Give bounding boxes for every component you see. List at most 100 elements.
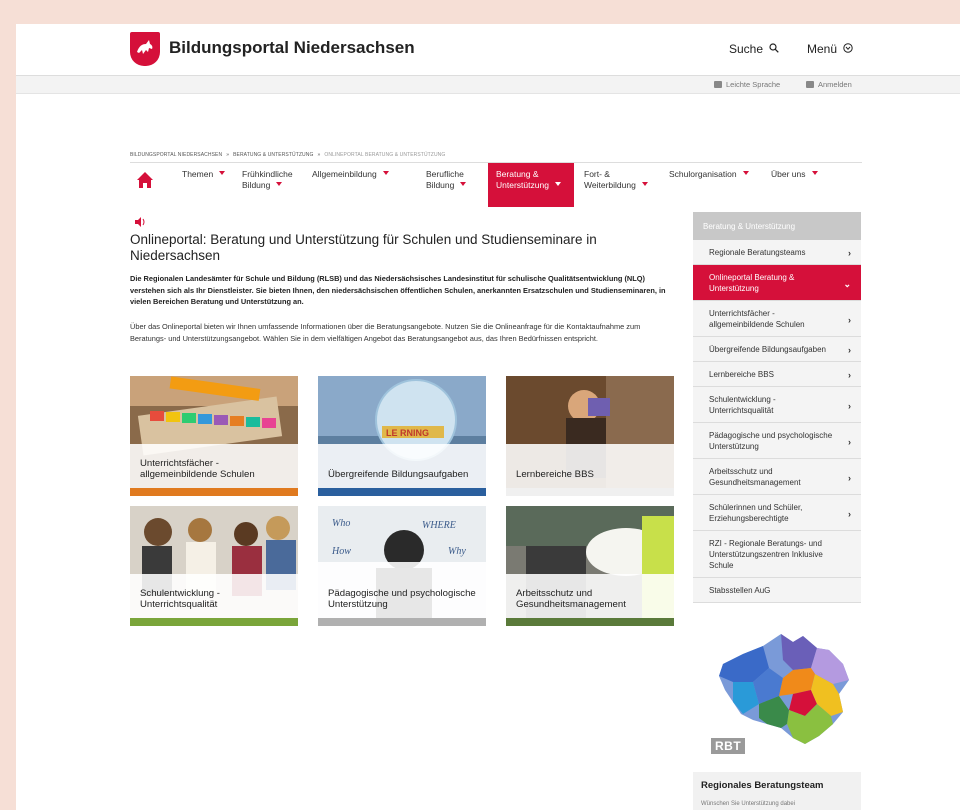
nav-item-fort-weiterbildung[interactable]: Fort- & Weiterbildung	[576, 163, 660, 207]
browser-page: Bildungsportal Niedersachsen Suche Menü …	[16, 24, 960, 810]
breadcrumb-separator: »	[317, 152, 321, 158]
chevron-right-icon: ›	[848, 436, 851, 447]
sidebar-item-label: RZI - Regionale Beratungs- und Unterstüt…	[709, 539, 823, 570]
nav-label: Themen	[182, 169, 214, 179]
sidebar-item-label: Schülerinnen und Schüler, Erziehungsbere…	[709, 503, 803, 523]
nav-item-schulorganisation[interactable]: Schulorganisation	[661, 163, 757, 207]
caret-down-icon	[276, 182, 283, 186]
sidebar-item-uebergreifende-bildungsaufgaben[interactable]: Übergreifende Bildungsaufgaben ›	[693, 337, 861, 362]
read-aloud-speaker-icon[interactable]	[134, 214, 146, 227]
sidebar-item-schuelerinnen[interactable]: Schülerinnen und Schüler, Erziehungsbere…	[693, 495, 861, 531]
search-label: Suche	[729, 42, 764, 56]
search-icon	[769, 42, 780, 56]
tile-caption: Lernbereiche BBS	[506, 444, 674, 488]
tile-color-bar	[506, 488, 674, 496]
svg-text:Why: Why	[448, 546, 466, 557]
sidebar-item-label: Stabsstellen AuG	[709, 586, 771, 595]
chevron-right-icon: ›	[848, 472, 851, 483]
site-title[interactable]: Bildungsportal Niedersachsen	[169, 38, 415, 58]
sidebar-item-paedagogische-unterstuetzung[interactable]: Pädagogische und psychologische Unterstü…	[693, 423, 861, 459]
nav-label: Fort- & Weiterbildung	[584, 169, 636, 190]
sidebar-heading[interactable]: Beratung & Unterstützung	[693, 212, 861, 240]
lower-saxony-horse-logo[interactable]	[130, 32, 160, 66]
nav-item-beratung-unterstuetzung[interactable]: Beratung & Unterstützung	[488, 163, 574, 207]
tile-caption: Pädagogische und psychologische Unterstü…	[318, 562, 486, 618]
sidebar-item-arbeitsschutz[interactable]: Arbeitsschutz und Gesundheitsmanagement ›	[693, 459, 861, 495]
regional-team-box[interactable]: Regionales Beratungsteam Wünschen Sie Un…	[693, 772, 861, 810]
tile-color-bar	[318, 488, 486, 496]
nav-label: Berufliche Bildung	[426, 169, 464, 190]
tile-caption: Übergreifende Bildungsaufgaben	[318, 444, 486, 488]
caret-down-icon	[219, 171, 226, 175]
sidebar-item-label: Übergreifende Bildungsaufgaben	[709, 345, 826, 354]
sidebar-item-label: Unterrichtsfächer - allgemeinbildende Sc…	[709, 309, 805, 329]
sidebar-item-label: Lernbereiche BBS	[709, 370, 774, 379]
nav-item-fruehkindliche-bildung[interactable]: Frühkindliche Bildung	[234, 163, 304, 207]
caret-down-icon	[811, 171, 818, 175]
caret-down-icon	[742, 171, 749, 175]
sidebar-navigation: Beratung & Unterstützung Regionale Berat…	[693, 212, 861, 603]
sidebar-item-onlineportal[interactable]: Onlineportal Beratung & Unterstützung ⌄	[693, 265, 861, 301]
tile-color-bar	[506, 618, 674, 626]
user-icon	[806, 81, 814, 88]
nav-item-themen[interactable]: Themen	[174, 163, 233, 207]
easy-language-link[interactable]: Leichte Sprache	[714, 80, 780, 89]
svg-text:Who: Who	[332, 518, 350, 529]
tile-arbeitsschutz[interactable]: Arbeitsschutz und Gesundheitsmanagement	[506, 506, 674, 626]
nav-item-berufliche-bildung[interactable]: Berufliche Bildung	[418, 163, 480, 207]
lead-paragraph: Die Regionalen Landesämter für Schule un…	[130, 274, 666, 306]
home-icon[interactable]	[136, 171, 154, 189]
nav-item-ueber-uns[interactable]: Über uns	[763, 163, 826, 207]
chevron-right-icon: ›	[848, 314, 851, 325]
tile-uebergreifende-bildungsaufgaben[interactable]: LE RNING Übergreifende Bildungsaufgaben	[318, 376, 486, 496]
chevron-right-icon: ›	[848, 400, 851, 411]
sidebar-item-regionale-beratungsteams[interactable]: Regionale Beratungsteams ›	[693, 240, 861, 265]
svg-text:WHERE: WHERE	[422, 520, 456, 531]
sidebar-item-lernbereiche-bbs[interactable]: Lernbereiche BBS ›	[693, 362, 861, 387]
menu-button[interactable]: Menü	[807, 42, 854, 56]
tile-color-bar	[130, 488, 298, 496]
caret-down-icon	[641, 182, 648, 186]
chevron-right-icon: ›	[848, 345, 851, 355]
main-navigation: Themen Frühkindliche Bildung Allgemeinbi…	[130, 162, 862, 207]
sidebar-item-label: Schulentwicklung - Unterrichtsqualität	[709, 395, 776, 415]
breadcrumb-item[interactable]: BILDUNGSPORTAL NIEDERSACHSEN	[130, 152, 222, 158]
tile-caption: Schulentwicklung - Unterrichtsqualität	[130, 574, 298, 618]
tile-caption: Unterrichtsfächer - allgemeinbildende Sc…	[130, 444, 298, 488]
sidebar-item-unterrichtsfaecher[interactable]: Unterrichtsfächer - allgemeinbildende Sc…	[693, 301, 861, 337]
nav-label: Allgemeinbildung	[312, 169, 377, 179]
menu-circle-icon	[843, 42, 854, 56]
chevron-right-icon: ›	[848, 248, 851, 258]
sidebar-item-schulentwicklung[interactable]: Schulentwicklung - Unterrichtsqualität ›	[693, 387, 861, 423]
breadcrumb-separator: »	[226, 152, 230, 158]
utility-bar: Leichte Sprache Anmelden	[16, 76, 960, 94]
tile-caption: Arbeitsschutz und Gesundheitsmanagement	[506, 574, 674, 618]
tile-schulentwicklung[interactable]: Schulentwicklung - Unterrichtsqualität	[130, 506, 298, 626]
tile-paedagogische-unterstuetzung[interactable]: Who WHERE How Why Pädagogische und psych…	[318, 506, 486, 626]
search-button[interactable]: Suche	[729, 42, 780, 56]
menu-label: Menü	[807, 42, 838, 56]
sidebar-item-label: Regionale Beratungsteams	[709, 248, 806, 257]
sidebar-item-label: Arbeitsschutz und Gesundheitsmanagement	[709, 467, 801, 487]
caret-down-icon	[382, 171, 389, 175]
nav-label: Über uns	[771, 169, 806, 179]
nav-item-allgemeinbildung[interactable]: Allgemeinbildung	[304, 163, 397, 207]
login-link[interactable]: Anmelden	[806, 80, 852, 89]
intro-paragraph: Über das Onlineportal bieten wir Ihnen u…	[130, 322, 641, 343]
breadcrumb-current: ONLINEPORTAL BERATUNG & UNTERSTÜTZUNG	[324, 152, 446, 158]
nav-label: Schulorganisation	[669, 169, 737, 179]
tile-color-bar	[318, 618, 486, 626]
breadcrumb-item[interactable]: BERATUNG & UNTERSTÜTZUNG	[233, 152, 313, 158]
tile-lernbereiche-bbs[interactable]: Lernbereiche BBS	[506, 376, 674, 496]
rbt-badge: RBT	[711, 738, 746, 754]
chevron-right-icon: ›	[848, 508, 851, 519]
breadcrumb: BILDUNGSPORTAL NIEDERSACHSEN» BERATUNG & …	[130, 152, 445, 158]
login-label: Anmelden	[818, 80, 852, 89]
chevron-right-icon: ›	[848, 370, 851, 380]
site-header: Bildungsportal Niedersachsen Suche Menü	[16, 24, 960, 76]
tile-unterrichtsfaecher[interactable]: Unterrichtsfächer - allgemeinbildende Sc…	[130, 376, 298, 496]
caret-down-icon	[554, 182, 561, 186]
svg-text:How: How	[331, 546, 351, 557]
sidebar-item-stabsstellen[interactable]: Stabsstellen AuG	[693, 578, 861, 603]
sidebar-item-rzi[interactable]: RZI - Regionale Beratungs- und Unterstüt…	[693, 531, 861, 578]
